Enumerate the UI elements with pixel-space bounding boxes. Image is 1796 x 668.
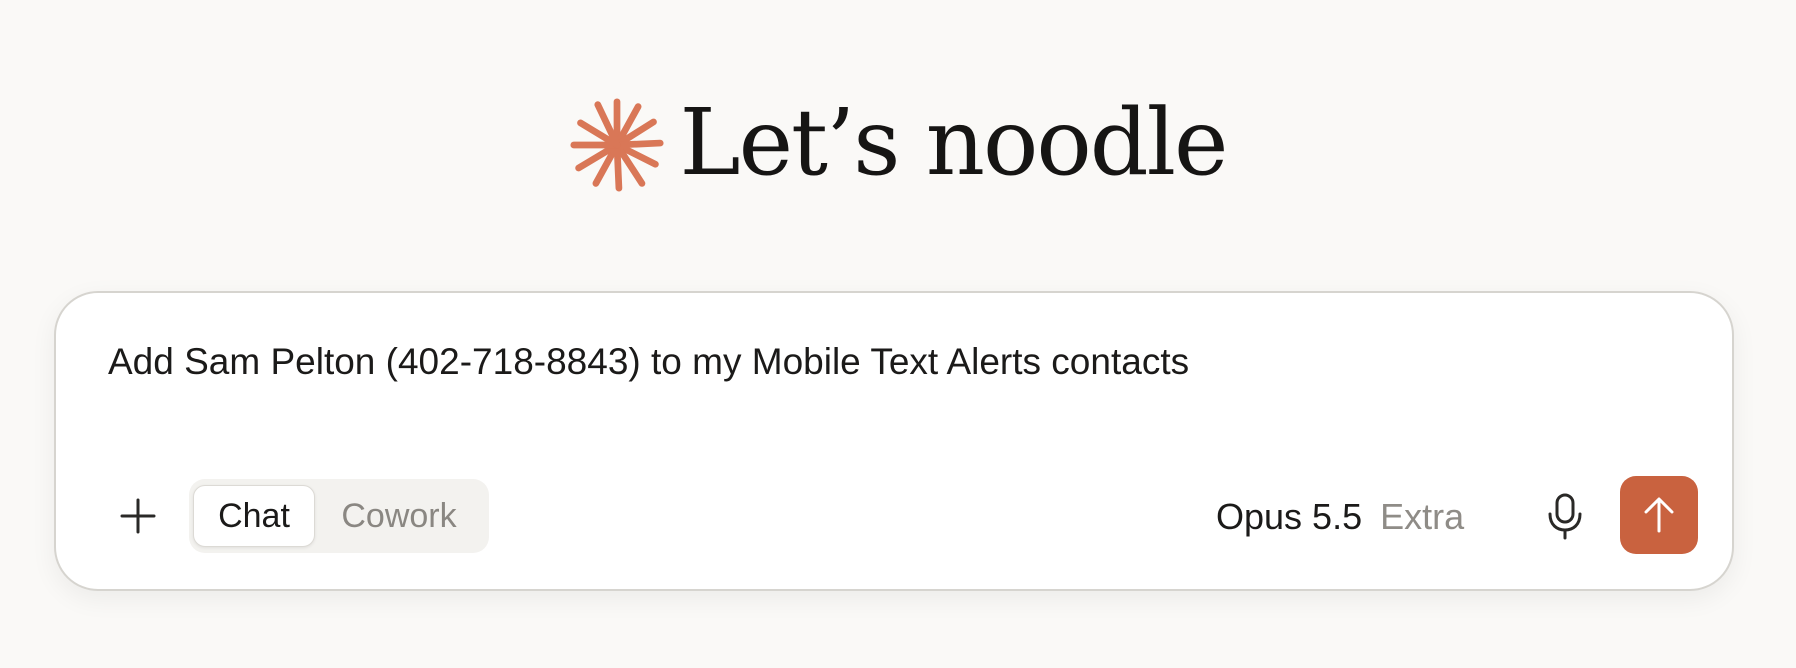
mode-cowork-tab[interactable]: Cowork	[315, 485, 483, 547]
arrow-up-icon	[1644, 497, 1674, 533]
prompt-composer: Add Sam Pelton (402-718-8843) to my Mobi…	[54, 291, 1734, 591]
send-button[interactable]	[1620, 476, 1698, 554]
greeting-header: Let’s noodle	[0, 88, 1796, 198]
plus-icon	[120, 498, 156, 534]
model-selector[interactable]: Opus 5.5 Extra	[1216, 487, 1464, 547]
mode-toggle: Chat Cowork	[189, 479, 489, 553]
sparkle-asterisk-icon	[570, 98, 665, 192]
page: Let’s noodle Add Sam Pelton (402-718-884…	[0, 0, 1796, 668]
microphone-icon	[1548, 493, 1582, 540]
model-name: Opus 5.5	[1216, 496, 1363, 537]
model-effort: Extra	[1380, 496, 1465, 537]
mode-chat-tab[interactable]: Chat	[193, 485, 315, 547]
voice-input-button[interactable]	[1537, 488, 1593, 544]
greeting-title: Let’s noodle	[679, 89, 1228, 196]
prompt-input[interactable]: Add Sam Pelton (402-718-8843) to my Mobi…	[108, 337, 1668, 387]
add-attachment-button[interactable]	[112, 490, 164, 542]
